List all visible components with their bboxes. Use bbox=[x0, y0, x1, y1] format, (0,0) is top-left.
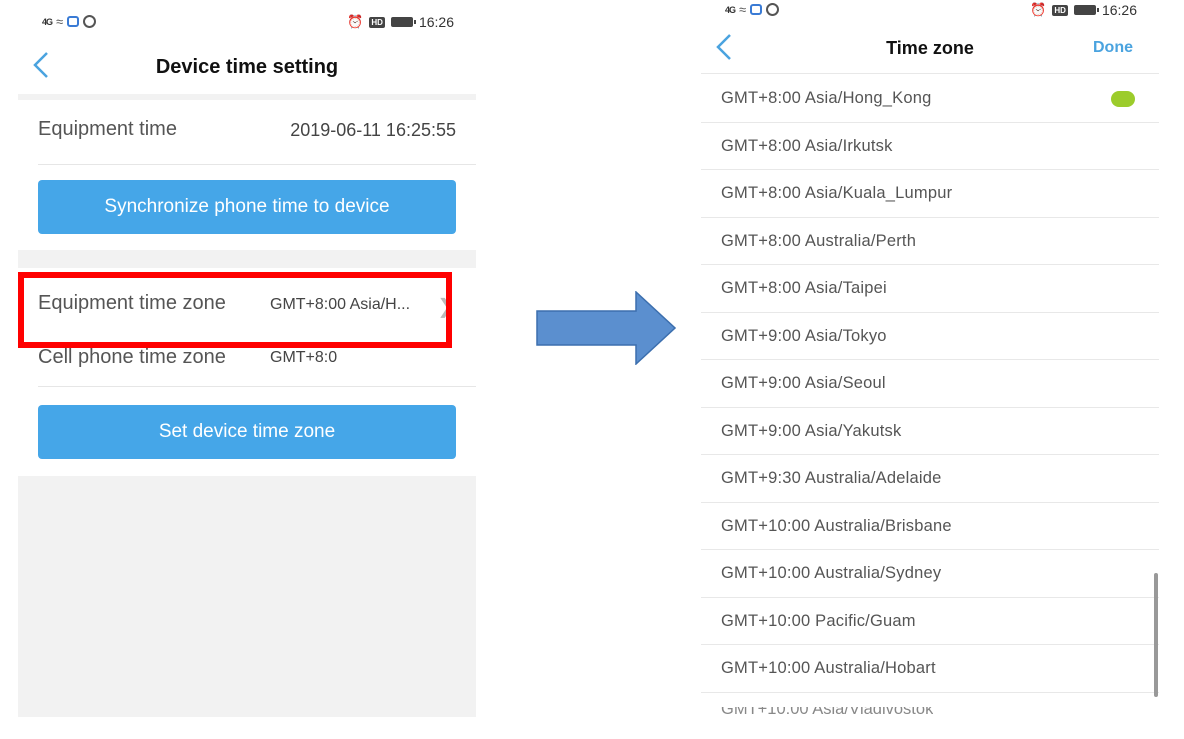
set-device-time-zone-button[interactable]: Set device time zone bbox=[38, 405, 456, 459]
nav-bar: Device time setting bbox=[18, 38, 476, 94]
whatsapp-icon bbox=[766, 3, 780, 16]
time-zone-screen: 4G ≈ ⏰ HD 16:26 Time zone Done GMT+8:00 … bbox=[701, 0, 1159, 717]
nav-bar: Time zone Done bbox=[701, 22, 1159, 74]
app-notification-icon bbox=[67, 16, 80, 27]
time-zone-label: GMT+10:00 Australia/Sydney bbox=[721, 564, 942, 582]
equipment-time-value: 2019-06-11 16:25:55 bbox=[290, 120, 456, 140]
time-zone-label: GMT+8:00 Asia/Irkutsk bbox=[721, 136, 893, 155]
selected-indicator-icon bbox=[1111, 91, 1135, 107]
signal-icon: 4G bbox=[725, 4, 736, 15]
battery-icon bbox=[1073, 5, 1099, 15]
list-item[interactable]: GMT+9:00 Asia/Tokyo bbox=[701, 313, 1159, 360]
page-title: Device time setting bbox=[155, 56, 339, 78]
time-zone-label: GMT+10:00 Australia/Brisbane bbox=[721, 516, 952, 535]
time-zone-label: GMT+8:00 Asia/Kuala_Lumpur bbox=[721, 184, 953, 202]
battery-icon bbox=[390, 17, 416, 27]
time-zone-label: GMT+9:30 Australia/Adelaide bbox=[721, 469, 942, 487]
cell-phone-time-zone-value: GMT+8:0 bbox=[270, 349, 338, 366]
equipment-time-section: Equipment time 2019-06-11 16:25:55 Synch… bbox=[18, 100, 476, 250]
cell-phone-time-zone-label: Cell phone time zone bbox=[38, 346, 226, 368]
highlight-box bbox=[18, 272, 452, 348]
time-zone-label: GMT+9:00 Asia/Seoul bbox=[721, 374, 886, 392]
list-item[interactable]: GMT+8:00 Australia/Perth bbox=[701, 218, 1159, 265]
hd-icon: HD bbox=[369, 16, 385, 28]
sync-phone-time-button[interactable]: Synchronize phone time to device bbox=[38, 180, 456, 234]
app-notification-icon bbox=[750, 4, 763, 15]
partial-list-item: GMT+10:00 Asia/Vladivostok bbox=[721, 707, 934, 717]
time-zone-label: GMT+9:00 Asia/Tokyo bbox=[721, 326, 887, 345]
time-zone-label: GMT+9:00 Asia/Yakutsk bbox=[721, 421, 902, 440]
alarm-icon: ⏰ bbox=[347, 14, 364, 29]
list-item[interactable]: GMT+9:00 Asia/Seoul bbox=[701, 360, 1159, 408]
list-item[interactable]: GMT+10:00 Pacific/Guam bbox=[701, 598, 1159, 645]
list-item[interactable]: GMT+8:00 Asia/Hong_Kong bbox=[701, 75, 1159, 123]
status-time: 16:26 bbox=[1101, 2, 1137, 18]
list-item[interactable]: GMT+8:00 Asia/Taipei bbox=[701, 265, 1159, 313]
equipment-time-label: Equipment time bbox=[38, 118, 177, 140]
page-title: Time zone bbox=[886, 38, 974, 58]
list-item[interactable]: GMT+9:30 Australia/Adelaide bbox=[701, 455, 1159, 503]
list-item[interactable]: GMT+8:00 Asia/Irkutsk bbox=[701, 123, 1159, 170]
list-item[interactable]: GMT+9:00 Asia/Yakutsk bbox=[701, 408, 1159, 455]
time-zone-list: GMT+8:00 Asia/Hong_Kong GMT+8:00 Asia/Irk… bbox=[701, 75, 1159, 693]
list-item[interactable]: GMT+8:00 Asia/Kuala_Lumpur bbox=[701, 170, 1159, 218]
wifi-icon: ≈ bbox=[739, 2, 747, 17]
done-button[interactable]: Done bbox=[1093, 39, 1133, 57]
time-zone-label: GMT+10:00 Pacific/Guam bbox=[721, 611, 916, 630]
whatsapp-icon bbox=[83, 15, 97, 28]
divider bbox=[38, 164, 476, 165]
list-item[interactable]: GMT+10:00 Australia/Brisbane bbox=[701, 503, 1159, 550]
time-zone-label: GMT+8:00 Asia/Taipei bbox=[721, 279, 887, 297]
device-time-setting-screen: 4G ≈ ⏰ HD 16:26 Device time setting Equi… bbox=[18, 6, 476, 717]
time-zone-label: GMT+8:00 Asia/Hong_Kong bbox=[721, 89, 932, 107]
scrollbar[interactable] bbox=[1154, 573, 1158, 697]
equipment-time-row: Equipment time 2019-06-11 16:25:55 bbox=[18, 104, 476, 160]
wifi-icon: ≈ bbox=[56, 14, 64, 29]
status-bar: 4G ≈ ⏰ HD 16:26 bbox=[701, 0, 1159, 22]
list-item[interactable]: GMT+10:00 Australia/Sydney bbox=[701, 550, 1159, 598]
hd-icon: HD bbox=[1052, 4, 1068, 16]
time-zone-label: GMT+8:00 Australia/Perth bbox=[721, 231, 917, 250]
signal-icon: 4G bbox=[42, 16, 53, 27]
divider bbox=[38, 386, 476, 387]
alarm-icon: ⏰ bbox=[1030, 2, 1047, 17]
status-time: 16:26 bbox=[418, 14, 454, 30]
status-bar: 4G ≈ ⏰ HD 16:26 bbox=[18, 6, 476, 38]
list-item[interactable]: GMT+10:00 Australia/Hobart bbox=[701, 645, 1159, 693]
right-arrow-icon bbox=[536, 291, 676, 365]
time-zone-label: GMT+10:00 Australia/Hobart bbox=[721, 659, 936, 677]
